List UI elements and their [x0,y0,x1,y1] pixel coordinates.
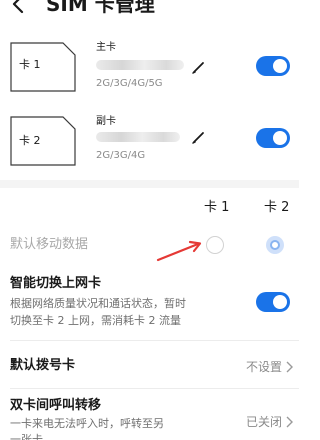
column-header-card-2: 卡 2 [264,200,290,215]
top-bar: SIM 卡管理 [0,0,299,22]
masked-phone-number [96,132,180,142]
edit-icon[interactable] [192,60,206,74]
mobile-data-card-2-radio[interactable] [266,236,284,254]
sim-row-2: 卡 2 副卡 2G/3G/4G [0,104,299,184]
sim-card-icon: 卡 2 [10,116,76,166]
annotation-arrow-icon [156,240,202,262]
sim-card-label: 卡 1 [19,58,41,71]
smart-switch-toggle[interactable] [256,292,290,312]
sim-card-icon: 卡 1 [10,42,76,92]
sim-name[interactable]: 副卡 [96,116,116,128]
divider [10,388,299,389]
arrow-left-icon[interactable] [10,0,26,14]
page-title: SIM 卡管理 [46,0,155,16]
smart-switch-title: 智能切换上网卡 [10,276,102,291]
default-dial-label[interactable]: 默认拨号卡 [10,358,75,374]
section-divider [0,180,299,188]
sim-network-types: 2G/3G/4G [96,150,146,161]
default-mobile-data-label: 默认移动数据 [10,237,89,252]
smart-switch-desc-2: 切换至卡 2 上网，需消耗卡 2 流量 [10,314,181,327]
sim-card-label: 卡 2 [19,134,41,147]
sim-network-types: 2G/3G/4G/5G [96,78,163,89]
chevron-right-icon[interactable] [285,416,293,428]
column-header-card-1: 卡 1 [204,200,230,215]
chevron-right-icon[interactable] [285,361,293,373]
edit-icon[interactable] [192,130,206,144]
call-forward-desc-1: 一卡来电无法呼入时，呼转至另 [10,417,164,430]
sim-2-toggle[interactable] [256,128,290,148]
sim-1-toggle[interactable] [256,56,290,76]
call-forward-label[interactable]: 双卡间呼叫转移 [10,398,101,414]
divider [10,340,299,341]
masked-phone-number [96,60,184,70]
sim-name[interactable]: 主卡 [96,42,116,54]
sim-row-1: 卡 1 主卡 2G/3G/4G/5G [0,30,299,110]
call-forward-desc-2: 一张卡 [10,433,43,440]
call-forward-value[interactable]: 已关闭 [224,414,282,430]
default-dial-value[interactable]: 不设置 [224,359,282,375]
smart-switch-desc-1: 根据网络质量状况和通话状态，暂时 [10,297,186,310]
